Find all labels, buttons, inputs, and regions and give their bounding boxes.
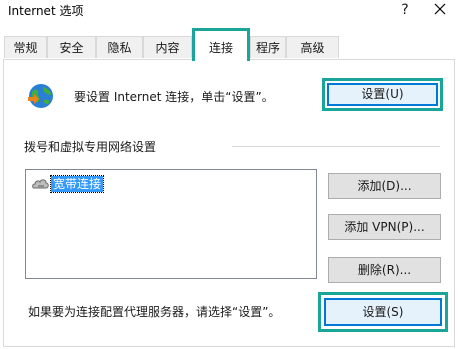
connection-label: 宽带连接	[49, 175, 105, 193]
close-icon	[434, 3, 446, 15]
tab-privacy[interactable]: 隐私	[96, 36, 143, 58]
dialup-group-label: 拨号和虚拟专用网络设置	[24, 140, 157, 154]
internet-globe-icon	[24, 80, 56, 112]
broadband-connection-icon	[32, 177, 50, 191]
connection-list[interactable]: 宽带连接	[25, 169, 317, 279]
remove-connection-button[interactable]: 删除(R)...	[328, 257, 441, 283]
title-bar: Internet 选项 ?	[0, 0, 458, 28]
tab-strip: 常规 安全 隐私 内容 连接 程序 高级	[0, 28, 458, 61]
tab-content[interactable]: 内容	[143, 36, 192, 58]
help-button[interactable]: ?	[397, 1, 413, 19]
group-divider	[232, 146, 440, 147]
setup-connection-button[interactable]: 设置(U)	[327, 83, 438, 106]
lan-settings-button[interactable]: 设置(S)	[324, 298, 442, 326]
window-title: Internet 选项	[8, 4, 84, 18]
setup-instruction: 要设置 Internet 连接，单击“设置”。	[74, 90, 274, 104]
add-connection-button[interactable]: 添加(D)...	[328, 173, 441, 199]
close-button[interactable]	[430, 0, 450, 20]
tab-general[interactable]: 常规	[4, 36, 47, 58]
proxy-instruction: 如果要为连接配置代理服务器，请选择“设置”。	[28, 305, 281, 319]
tab-security[interactable]: 安全	[47, 36, 96, 58]
add-vpn-button[interactable]: 添加 VPN(P)...	[328, 214, 441, 240]
tab-advanced[interactable]: 高级	[286, 36, 339, 58]
tab-connections[interactable]: 连接	[192, 28, 250, 61]
tab-programs[interactable]: 程序	[250, 36, 286, 58]
